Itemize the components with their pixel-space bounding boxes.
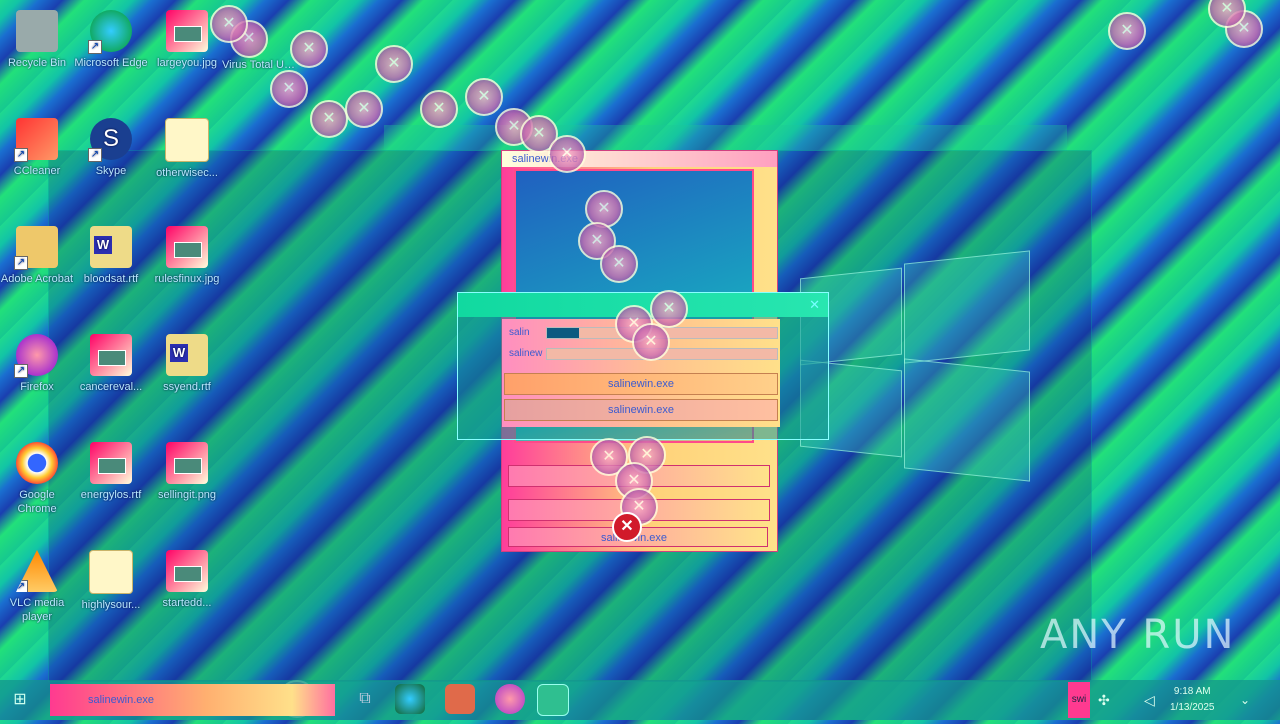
taskbar-file-explorer[interactable] — [445, 684, 475, 714]
word-doc-icon — [90, 442, 132, 484]
tray-app-swi[interactable]: swi — [1068, 682, 1090, 718]
progress-fill-1 — [547, 328, 580, 338]
glitch-window-strip — [384, 125, 1067, 151]
error-icon — [270, 70, 308, 108]
task-view-icon: ⧉ — [359, 690, 371, 707]
vlc-icon — [16, 550, 58, 592]
image-file-icon — [166, 10, 208, 52]
error-icon — [310, 100, 348, 138]
error-icon — [345, 90, 383, 128]
start-button[interactable]: ⊞ — [10, 689, 30, 709]
ccleaner-icon — [14, 118, 58, 162]
desktop-icon-skype[interactable]: S Skype — [74, 118, 148, 178]
firefox-icon — [14, 334, 58, 378]
recycle-bin-icon — [16, 10, 58, 52]
clock[interactable]: 9:18 AM 1/13/2025 — [1170, 680, 1215, 724]
salinewin-button-1[interactable]: salinewin.exe — [504, 373, 778, 395]
error-icon — [210, 5, 248, 43]
image-file-icon — [89, 550, 133, 594]
volume-icon[interactable]: ◁ — [1144, 680, 1155, 720]
image-file-icon — [165, 118, 209, 162]
desktop-icon-cancereval[interactable]: cancereval... — [74, 334, 148, 394]
error-icon — [632, 323, 670, 361]
image-file-icon — [166, 442, 208, 484]
taskbar-edge[interactable] — [395, 684, 425, 714]
desktop-icon-energylos[interactable]: energylos.rtf — [74, 442, 148, 502]
windows-logo — [800, 243, 1030, 482]
network-icon[interactable]: ✣ — [1098, 680, 1110, 720]
error-icon — [600, 245, 638, 283]
desktop-icon-highlysour[interactable]: highlysour... — [74, 550, 148, 612]
desktop-icon-chrome[interactable]: Google Chrome — [0, 442, 74, 516]
desktop-icon-edge[interactable]: Microsoft Edge — [74, 10, 148, 70]
desktop-icon-firefox[interactable]: Firefox — [0, 334, 74, 394]
word-doc-icon: W — [166, 334, 208, 376]
word-doc-icon: W — [90, 226, 132, 268]
progress-label-1: salin — [509, 327, 530, 338]
desktop-icon-bloodsat[interactable]: W bloodsat.rtf — [74, 226, 148, 286]
error-icon — [290, 30, 328, 68]
desktop-icon-acrobat[interactable]: Adobe Acrobat — [0, 226, 74, 286]
salinewin-button-2[interactable]: salinewin.exe — [504, 399, 778, 421]
clock-date: 1/13/2025 — [1170, 702, 1215, 713]
error-icon — [420, 90, 458, 128]
desktop-icon-rulesfinux[interactable]: rulesfinux.jpg — [150, 226, 224, 286]
desktop-icon-recycle-bin[interactable]: Recycle Bin — [0, 10, 74, 70]
anyrun-watermark: ANY RUN — [1040, 612, 1236, 658]
error-icon: ✕ — [612, 512, 642, 542]
image-file-icon — [166, 226, 208, 268]
close-icon[interactable]: ✕ — [809, 297, 820, 313]
desktop-icon-otherwisec[interactable]: otherwisec... — [150, 118, 224, 180]
image-file-icon — [166, 550, 208, 592]
desktop-icon-ssyend[interactable]: W ssyend.rtf — [150, 334, 224, 394]
windows-start-icon: ⊞ — [13, 691, 27, 708]
error-icon — [1208, 0, 1246, 28]
dialog-title: salinewin.exe — [502, 151, 777, 167]
taskbar-app-salinewin[interactable]: salinewin.exe — [50, 684, 335, 716]
desktop-icon-startedd[interactable]: startedd... — [150, 550, 224, 610]
skype-icon: S — [88, 118, 132, 162]
task-view-button[interactable]: ⧉ — [350, 684, 380, 714]
taskbar-image-viewer[interactable] — [537, 684, 569, 716]
taskbar-firefox[interactable] — [495, 684, 525, 714]
image-file-icon — [90, 334, 132, 376]
desktop-icon-ccleaner[interactable]: CCleaner — [0, 118, 74, 178]
progress-label-2: salinew — [509, 348, 543, 359]
error-icon — [650, 290, 688, 328]
error-icon — [1108, 12, 1146, 50]
desktop-icon-vlc[interactable]: VLC media player — [0, 550, 74, 624]
chrome-icon — [16, 442, 58, 484]
edge-icon — [88, 10, 132, 54]
clock-time: 9:18 AM — [1173, 686, 1211, 697]
desktop-icon-sellingit[interactable]: sellingit.png — [150, 442, 224, 502]
error-icon — [548, 135, 586, 173]
error-icon — [375, 45, 413, 83]
notifications-chevron-icon[interactable]: ⌄ — [1240, 680, 1250, 720]
acrobat-icon — [14, 226, 58, 270]
